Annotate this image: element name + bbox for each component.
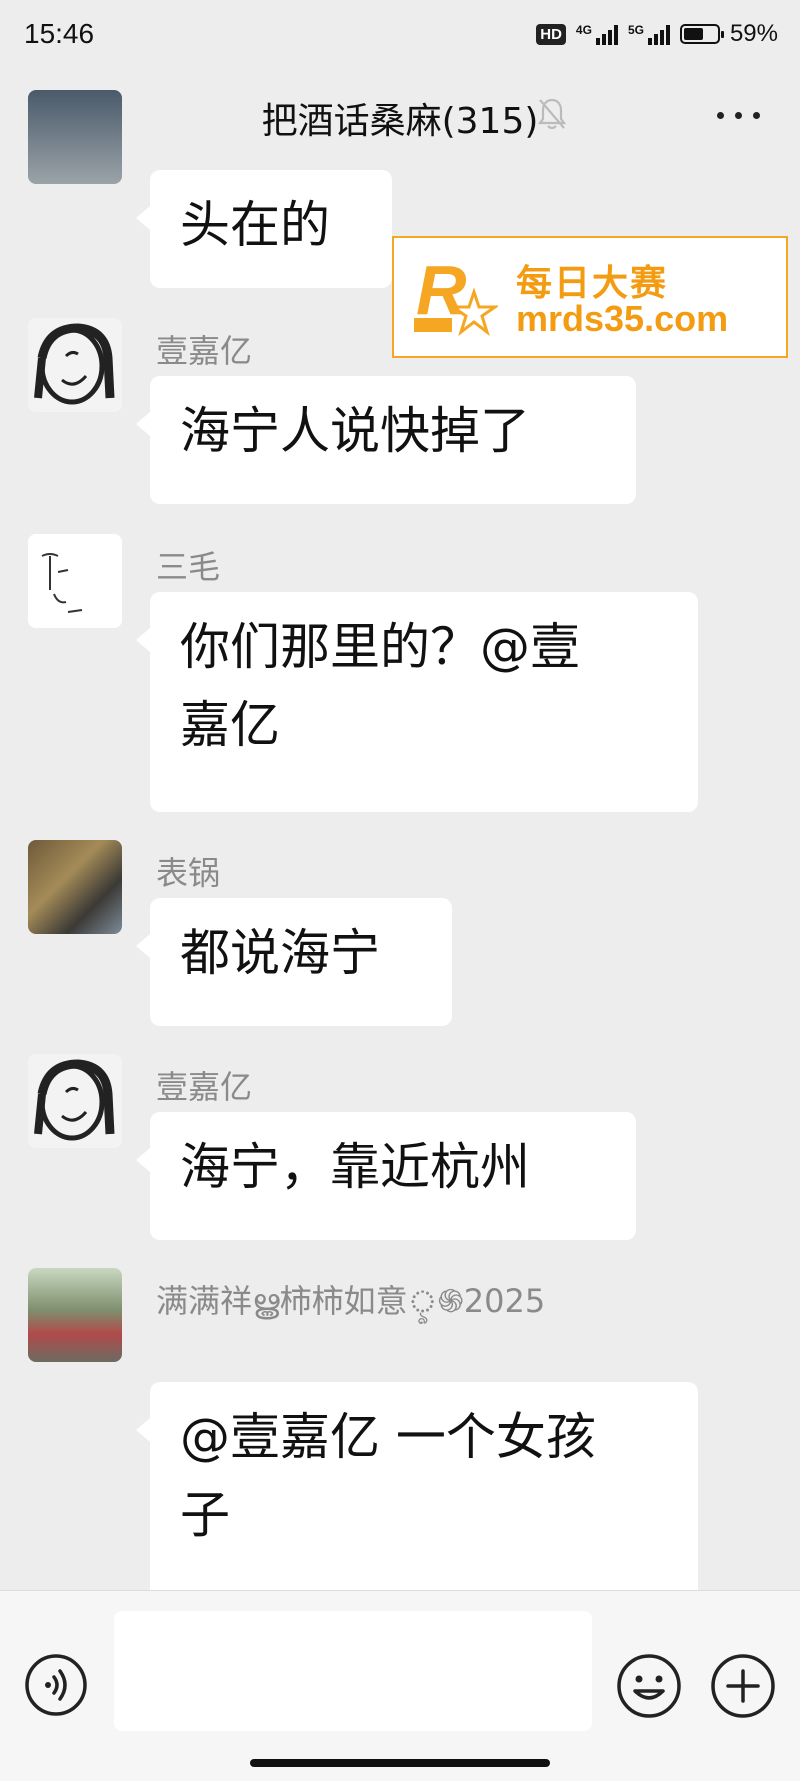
network-label-1: 4G — [575, 23, 592, 37]
avatar[interactable] — [28, 318, 122, 412]
avatar[interactable] — [28, 90, 122, 184]
message-text-line-1: @壹嘉亿 一个女孩 — [180, 1408, 596, 1466]
signal-4g-icon: 4G — [576, 23, 618, 45]
bell-off-icon — [537, 98, 567, 130]
svg-text:R: R — [416, 252, 467, 329]
message-input[interactable] — [114, 1611, 592, 1731]
message-text: 都说海宁 — [180, 924, 380, 982]
battery-percent: 59% — [729, 20, 778, 47]
voice-icon[interactable] — [24, 1653, 88, 1717]
message-text-line-2: 子 — [180, 1486, 230, 1544]
network-label-2: 5G — [627, 23, 644, 37]
message-bubble[interactable]: 都说海宁 — [136, 898, 452, 1026]
avatar[interactable] — [28, 1268, 122, 1362]
status-bar: 15:46 HD 4G 5G 59% — [0, 0, 800, 70]
message-bubble[interactable]: @壹嘉亿 一个女孩 子 — [136, 1382, 698, 1602]
sender-name: 满满祥ൠ柿柿如意ৢ֍2025 — [156, 1282, 546, 1320]
message-text: 海宁人说快掉了 — [180, 402, 530, 460]
plus-icon[interactable] — [710, 1653, 776, 1719]
signal-5g-icon: 5G — [628, 23, 670, 45]
message-bubble[interactable]: 海宁人说快掉了 — [136, 376, 636, 504]
battery-icon — [679, 24, 724, 44]
sender-name: 壹嘉亿 — [156, 1068, 253, 1106]
watermark-banner: R 每日大赛 mrds35.com — [392, 236, 788, 358]
avatar[interactable] — [28, 840, 122, 934]
message-text: 海宁，靠近杭州 — [180, 1138, 530, 1196]
hd-badge: HD — [536, 23, 566, 45]
avatar[interactable] — [28, 534, 122, 628]
status-icons: HD 4G 5G 59% — [536, 20, 778, 48]
sender-name: 三毛 — [156, 548, 221, 586]
emoji-icon[interactable] — [616, 1653, 682, 1719]
input-bar — [0, 1590, 800, 1781]
message-text-line-2: 嘉亿 — [180, 696, 280, 754]
watermark-url: mrds35.com — [516, 298, 729, 339]
sender-name: 壹嘉亿 — [156, 332, 253, 370]
message-bubble[interactable]: 头在的 — [136, 170, 392, 288]
home-indicator[interactable] — [250, 1759, 550, 1767]
message-bubble[interactable]: 海宁，靠近杭州 — [136, 1112, 636, 1240]
message-text-line-1: 你们那里的？@壹 — [180, 618, 580, 676]
status-time: 15:46 — [24, 18, 95, 49]
avatar[interactable] — [28, 1054, 122, 1148]
message-bubble[interactable]: 你们那里的？@壹 嘉亿 — [136, 592, 698, 812]
battery-fill — [683, 28, 703, 40]
more-dots-icon[interactable] — [717, 112, 760, 119]
sender-name: 表锅 — [156, 854, 221, 892]
message-text: 头在的 — [180, 196, 330, 254]
brand-logo-icon: R — [414, 252, 498, 337]
